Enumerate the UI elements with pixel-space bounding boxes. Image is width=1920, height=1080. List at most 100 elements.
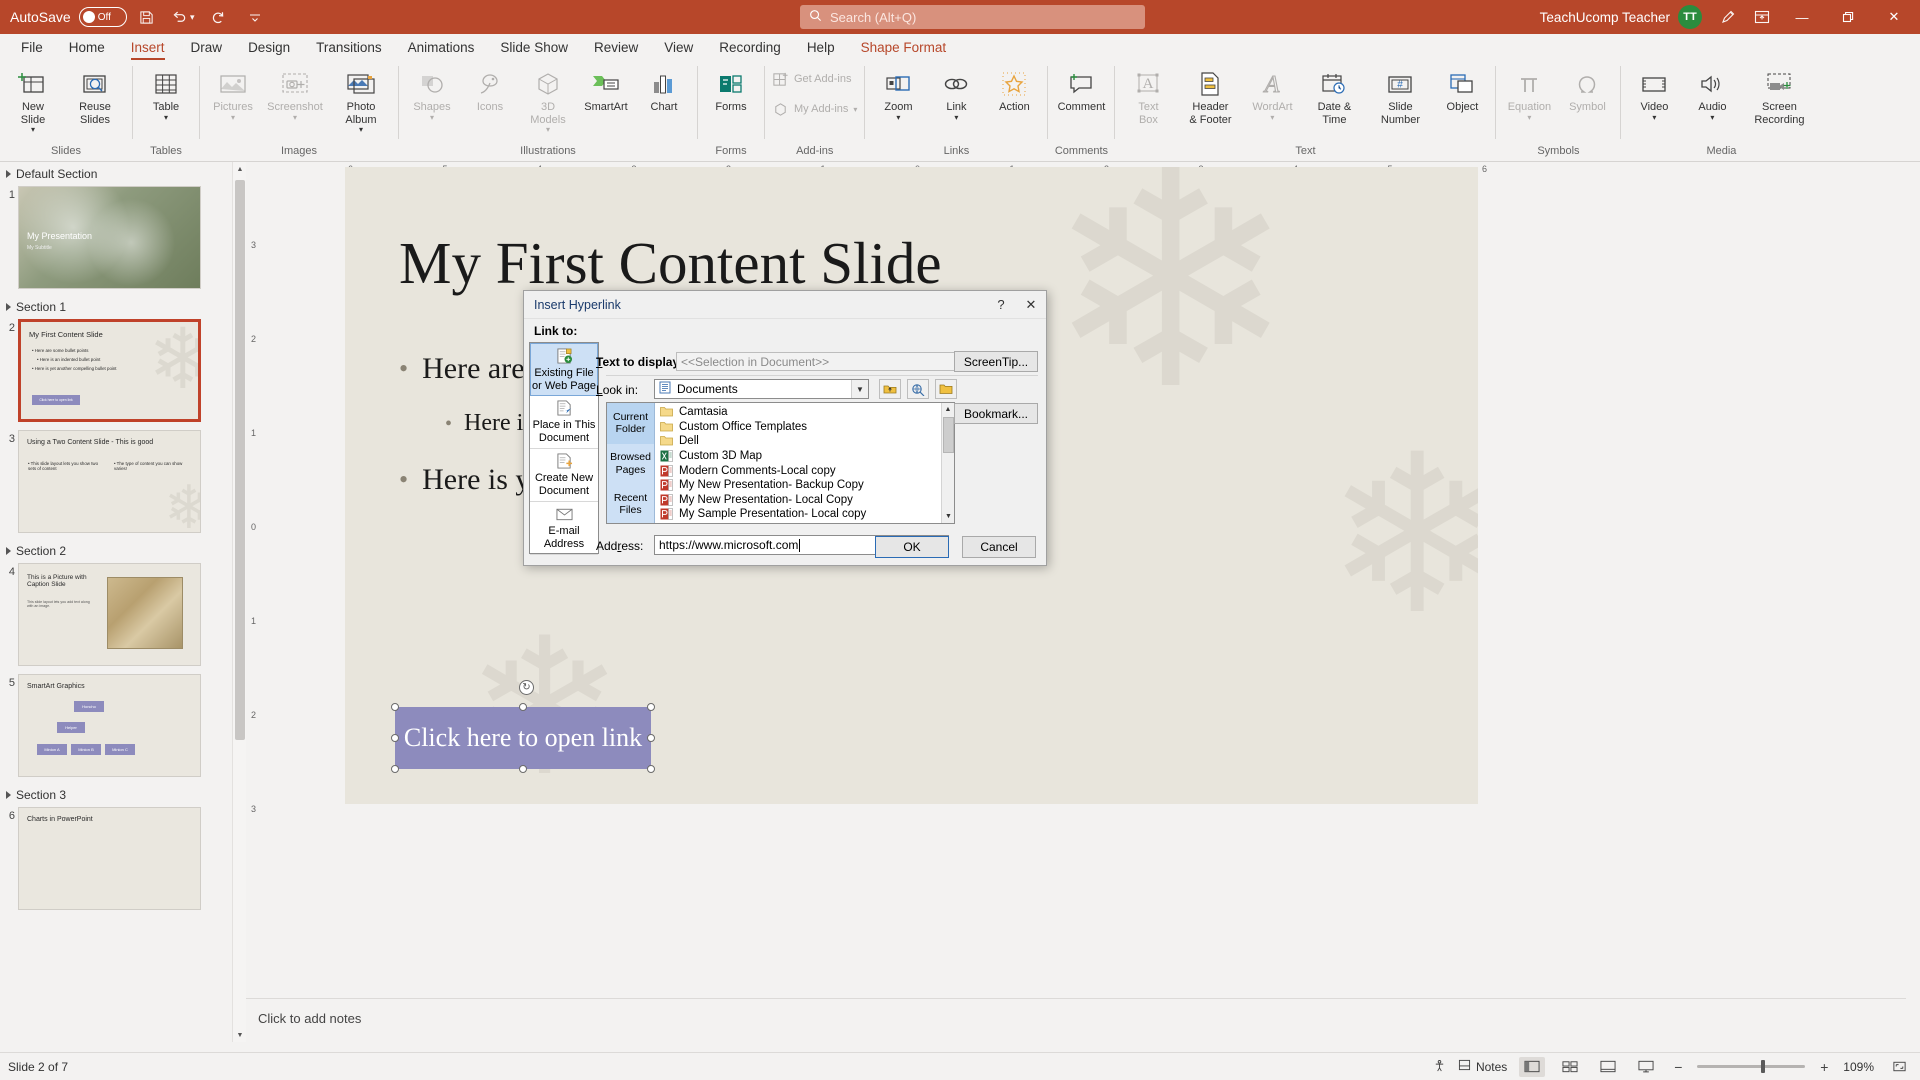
link-to-place-in-document[interactable]: Place in This Document (530, 396, 598, 449)
ribbon-tab-draw[interactable]: Draw (178, 38, 236, 60)
ribbon-button-chart[interactable]: Chart (635, 64, 693, 117)
ribbon-tab-review[interactable]: Review (581, 38, 651, 60)
slide-thumbnail-row[interactable]: 3❄Using a Two Content Slide - This is go… (0, 428, 232, 539)
section-expand-icon[interactable] (6, 791, 11, 799)
resize-handle-ne[interactable] (647, 703, 655, 711)
file-list-item[interactable]: My New Presentation- Local Copy (655, 493, 954, 508)
chevron-down-icon[interactable]: ▾ (31, 126, 35, 134)
slide-thumbnail[interactable]: Charts in PowerPoint (18, 807, 201, 910)
ribbon-button-photo-album[interactable]: Photo Album ▾ (328, 64, 394, 136)
ribbon-tab-design[interactable]: Design (235, 38, 303, 60)
slide-sorter-view-button[interactable] (1557, 1057, 1583, 1077)
ribbon-button-screen-recording[interactable]: Screen Recording (1741, 64, 1817, 129)
file-list-scrollbar[interactable]: ▲ ▼ (941, 403, 954, 523)
slide-thumbnail[interactable]: ❄Using a Two Content Slide - This is goo… (18, 430, 201, 533)
ribbon-button-video[interactable]: Video ▾ (1625, 64, 1683, 124)
file-list-scrollbar-thumb[interactable] (943, 417, 954, 453)
chevron-down-icon[interactable]: ▾ (164, 113, 168, 121)
ribbon-button-comment[interactable]: Comment (1052, 64, 1110, 117)
slide-show-view-button[interactable] (1633, 1057, 1659, 1077)
ribbon-tab-insert[interactable]: Insert (118, 38, 178, 60)
fit-slide-to-window-button[interactable] (1886, 1057, 1912, 1077)
chevron-down-icon[interactable]: ▾ (359, 126, 363, 134)
slide-title-text[interactable]: My First Content Slide (399, 229, 1399, 298)
save-icon[interactable] (131, 3, 163, 31)
ribbon-button-forms[interactable]: Forms (702, 64, 760, 117)
ribbon-display-options-icon[interactable] (1746, 3, 1778, 31)
bookmark-button[interactable]: Bookmark... (954, 403, 1038, 424)
text-to-display-field[interactable]: <<Selection in Document>> (676, 352, 976, 371)
zoom-out-button[interactable]: − (1671, 1059, 1685, 1075)
normal-view-button[interactable] (1519, 1056, 1546, 1077)
notes-toggle-button[interactable]: Notes (1458, 1059, 1507, 1074)
chevron-down-icon[interactable]: ▾ (896, 113, 900, 121)
slide-thumbnail[interactable]: My Presentation My Subtitle (18, 186, 201, 289)
file-list-item[interactable]: Custom 3D Map (655, 449, 954, 464)
section-expand-icon[interactable] (6, 547, 11, 555)
notes-pane[interactable]: Click to add notes (246, 998, 1906, 1042)
chevron-down-icon[interactable]: ▾ (1270, 113, 1274, 121)
ribbon-button-object[interactable]: Object (1433, 64, 1491, 117)
chevron-down-icon[interactable]: ▾ (546, 126, 550, 134)
thumbnail-scrollbar-thumb[interactable] (235, 180, 245, 740)
chevron-down-icon[interactable]: ▾ (1652, 113, 1656, 121)
file-list-item[interactable]: My Sample Presentation- Local copy (655, 507, 954, 522)
dialog-title-bar[interactable]: Insert Hyperlink ? ✕ (524, 291, 1046, 319)
slide-thumbnail-row[interactable]: 2❄My First Content Slide• Here are some … (0, 317, 232, 428)
file-browser-panel[interactable]: Current Folder Browsed Pages Recent Files … (606, 402, 955, 524)
ribbon-button-zoom[interactable]: Zoom ▾ (869, 64, 927, 124)
chevron-down-icon[interactable]: ▾ (1710, 113, 1714, 121)
slide-thumbnail[interactable]: SmartArt Graphics Honcho Helper Minion A Min… (18, 674, 201, 777)
ribbon-button-link[interactable]: Link ▾ (927, 64, 985, 124)
section-expand-icon[interactable] (6, 170, 11, 178)
look-in-dropdown-icon[interactable]: ▼ (851, 380, 868, 398)
slide-thumbnail-row[interactable]: 5 SmartArt Graphics Honcho Helper Minion A Mi… (0, 672, 232, 783)
browse-tab-browsed-pages[interactable]: Browsed Pages (607, 444, 654, 485)
slide-thumbnail[interactable]: This is a Picture with Caption Slide This… (18, 563, 201, 666)
ribbon-tab-file[interactable]: File (8, 38, 56, 60)
browse-tab-current-folder[interactable]: Current Folder (607, 403, 654, 444)
file-list-item[interactable]: My New Presentation- Backup Copy (655, 478, 954, 493)
accessibility-status[interactable] (1433, 1059, 1446, 1075)
chevron-down-icon[interactable]: ▾ (1527, 113, 1531, 121)
slide-thumbnail[interactable]: ❄My First Content Slide• Here are some b… (18, 319, 201, 422)
dialog-help-button[interactable]: ? (986, 292, 1016, 318)
minimize-button[interactable]: — (1780, 0, 1824, 34)
close-button[interactable]: ✕ (1872, 0, 1916, 34)
slide-thumbnail-pane[interactable]: Default Section 1 My Presentation My Subtit… (0, 162, 232, 1042)
hyperlink-shape[interactable]: Click here to open link (395, 707, 651, 769)
redo-icon[interactable] (203, 3, 235, 31)
file-list-item[interactable]: Modern Comments-Local copy (655, 463, 954, 478)
resize-handle-s[interactable] (519, 765, 527, 773)
ribbon-button-table[interactable]: Table ▾ (137, 64, 195, 124)
ribbon-tab-help[interactable]: Help (794, 38, 848, 60)
link-to-list[interactable]: Existing File or Web Page Place in This D… (529, 342, 599, 555)
ink-pen-icon[interactable] (1712, 3, 1744, 31)
file-list-item[interactable]: Dell (655, 434, 954, 449)
resize-handle-e[interactable] (647, 734, 655, 742)
ribbon-button-action[interactable]: Action (985, 64, 1043, 117)
ribbon-button-reuse-slides[interactable]: Reuse Slides (62, 64, 128, 129)
restore-button[interactable] (1826, 0, 1870, 34)
reading-view-button[interactable] (1595, 1057, 1621, 1077)
thumbnail-scroll-down-icon[interactable]: ▼ (233, 1028, 247, 1042)
thumbnail-scroll-up-icon[interactable]: ▲ (233, 162, 247, 176)
chevron-down-icon[interactable]: ▾ (853, 105, 857, 113)
zoom-slider[interactable] (1697, 1060, 1806, 1073)
browse-the-web-button[interactable] (907, 379, 929, 399)
ribbon-tab-shape-format[interactable]: Shape Format (848, 38, 960, 60)
section-expand-icon[interactable] (6, 303, 11, 311)
insert-hyperlink-dialog[interactable]: Insert Hyperlink ? ✕ Link to: Existing F… (523, 290, 1047, 566)
ribbon-button-slide-number[interactable]: # Slide Number (1367, 64, 1433, 129)
ribbon-tab-view[interactable]: View (651, 38, 706, 60)
look-in-combo[interactable]: Documents ▼ (654, 379, 869, 399)
chevron-down-icon[interactable]: ▾ (954, 113, 958, 121)
ribbon-tab-slide-show[interactable]: Slide Show (487, 38, 581, 60)
customize-quick-access-icon[interactable] (239, 3, 271, 31)
ribbon-tab-home[interactable]: Home (56, 38, 118, 60)
autosave-toggle[interactable]: Off (78, 7, 127, 27)
resize-handle-w[interactable] (391, 734, 399, 742)
section-header[interactable]: Section 1 (0, 295, 232, 317)
ribbon-button-smartart[interactable]: SmartArt (577, 64, 635, 117)
chevron-down-icon[interactable]: ▾ (293, 113, 297, 121)
